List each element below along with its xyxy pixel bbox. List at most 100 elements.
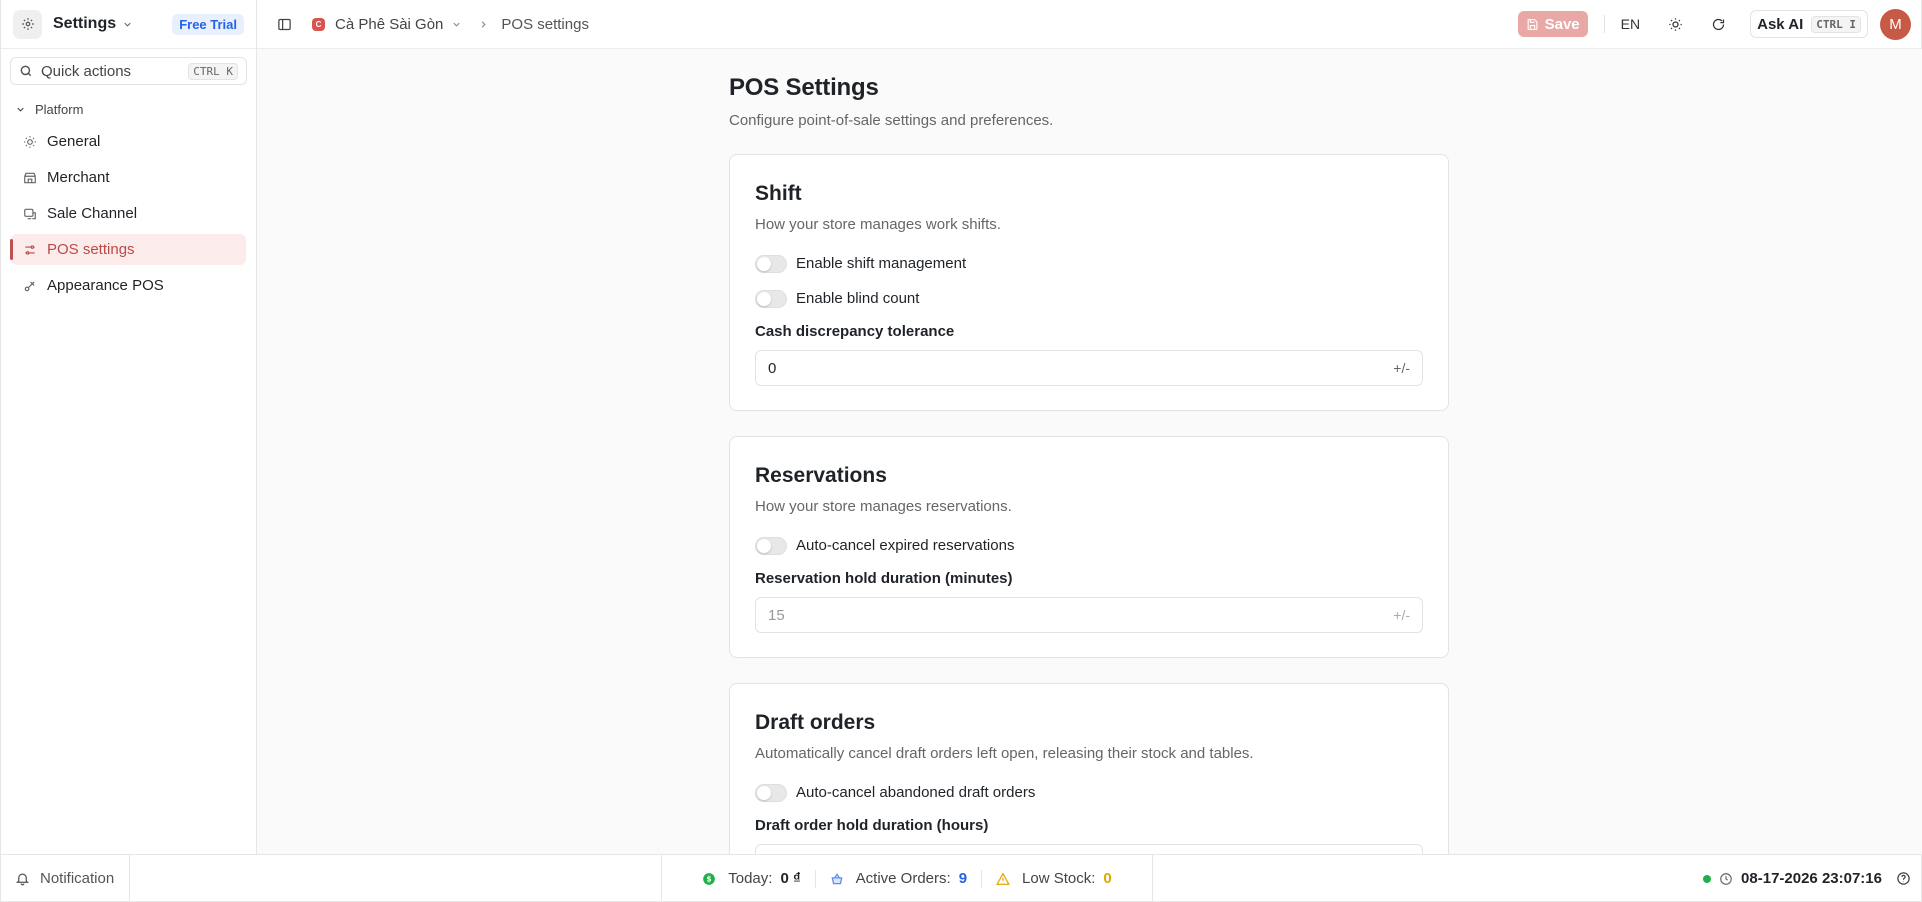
divider [129, 855, 130, 902]
low-stock-label: Low Stock: [1022, 870, 1096, 887]
field-label: Draft order hold duration (hours) [755, 817, 989, 834]
refresh-icon[interactable] [1711, 17, 1726, 32]
card-title: Shift [755, 182, 802, 205]
main-content[interactable]: POS Settings Configure point-of-sale set… [258, 49, 1921, 854]
today-revenue-stat[interactable]: $ Today: 0 ₫ [688, 870, 814, 887]
field-label: Cash discrepancy tolerance [755, 323, 955, 340]
basket-icon [830, 872, 844, 886]
avatar[interactable]: M [1880, 8, 1911, 40]
store-name: Cà Phê Sài Gòn [335, 15, 444, 33]
draft-orders-card: Draft orders Automatically cancel draft … [729, 683, 1449, 854]
sidebar-nav: General Merchant Sale Channel POS settin… [1, 126, 256, 301]
divider [1603, 15, 1605, 33]
input-suffix: +/- [1393, 360, 1410, 376]
sidebar-item-label: General [47, 133, 101, 150]
sidebar-item-pos-settings[interactable]: POS settings [10, 234, 246, 265]
card-subtitle: How your store manages work shifts. [755, 216, 1001, 233]
top-bar: C Cà Phê Sài Gòn POS settings Save EN As… [257, 0, 1922, 49]
sidebar: Settings Free Trial Quick actions CTRL K… [0, 0, 257, 854]
svg-text:$: $ [707, 874, 712, 883]
sidebar-item-label: POS settings [47, 241, 135, 258]
ask-ai-label: Ask AI [1757, 15, 1804, 33]
sidebar-item-label: Merchant [47, 169, 110, 186]
store-logo: C [312, 17, 325, 31]
cash-discrepancy-input[interactable]: 0 +/- [755, 350, 1423, 386]
sidebar-group-label: Platform [35, 101, 84, 117]
card-subtitle: Automatically cancel draft orders left o… [755, 745, 1254, 762]
palette-icon [23, 279, 37, 293]
quick-actions-shortcut: CTRL K [188, 62, 238, 80]
card-subtitle: How your store manages reservations. [755, 498, 1012, 515]
field-label: Reservation hold duration (minutes) [755, 570, 1013, 587]
auto-cancel-drafts-toggle[interactable] [755, 783, 787, 802]
blind-count-toggle[interactable] [755, 289, 787, 308]
language-switcher[interactable]: EN [1621, 16, 1640, 32]
online-status-dot [1703, 874, 1712, 883]
active-orders-label: Active Orders: [855, 870, 951, 887]
quick-actions-label: Quick actions [41, 62, 132, 80]
low-stock-value: 0 [1103, 870, 1112, 887]
sidebar-item-general[interactable]: General [11, 126, 246, 157]
draft-hold-duration-input[interactable] [755, 844, 1423, 854]
sliders-icon [23, 243, 37, 257]
page-subtitle: Configure point-of-sale settings and pre… [729, 112, 1054, 129]
help-icon[interactable] [1896, 871, 1911, 886]
shift-card: Shift How your store manages work shifts… [729, 154, 1449, 411]
active-orders-value: 9 [958, 870, 968, 887]
dollar-circle-icon: $ [702, 872, 716, 886]
sidebar-toggle-icon[interactable] [277, 17, 292, 32]
sun-icon [23, 135, 37, 149]
card-title: Reservations [755, 464, 887, 487]
reservation-hold-duration-input[interactable]: 15 +/- [755, 597, 1423, 633]
low-stock-stat[interactable]: Low Stock: 0 [982, 870, 1126, 887]
save-button[interactable]: Save [1517, 11, 1588, 37]
sidebar-item-merchant[interactable]: Merchant [11, 162, 246, 193]
channel-icon [23, 207, 37, 221]
clock-area: 08-17-2026 23:07:16 [1703, 855, 1911, 902]
shift-management-toggle[interactable] [755, 254, 787, 273]
search-icon [19, 64, 33, 78]
clock-icon [1719, 872, 1733, 886]
ask-ai-button[interactable]: Ask AI CTRL I [1750, 10, 1868, 38]
save-icon [1526, 18, 1539, 31]
input-value: 0 [768, 359, 777, 377]
theme-sun-icon[interactable] [1668, 17, 1683, 32]
status-bar: Notification $ Today: 0 ₫ Active Orders:… [0, 854, 1922, 902]
warning-triangle-icon [996, 871, 1010, 886]
shift-management-row: Enable shift management [755, 253, 1423, 274]
auto-cancel-reservations-toggle[interactable] [755, 536, 787, 555]
chevron-down-icon[interactable] [122, 19, 133, 30]
card-title: Draft orders [755, 711, 876, 734]
free-trial-badge[interactable]: Free Trial [172, 13, 244, 35]
store-stats: $ Today: 0 ₫ Active Orders: 9 Low Stock:… [661, 855, 1153, 902]
chevron-down-icon [15, 104, 26, 115]
app-title[interactable]: Settings [53, 15, 116, 33]
auto-cancel-drafts-row: Auto-cancel abandoned draft orders [755, 782, 1423, 803]
datetime: 08-17-2026 23:07:16 [1741, 870, 1882, 887]
page-title: POS Settings [729, 74, 879, 101]
bell-icon [15, 871, 30, 886]
input-value: 15 [768, 606, 785, 624]
toggle-label: Enable shift management [796, 255, 967, 272]
store-switcher[interactable]: C Cà Phê Sài Gòn [312, 16, 462, 33]
notification-button[interactable]: Notification [15, 855, 114, 902]
toggle-label: Auto-cancel abandoned draft orders [796, 784, 1036, 801]
active-orders-stat[interactable]: Active Orders: 9 [816, 870, 981, 887]
chevron-down-icon [451, 19, 462, 30]
sidebar-item-sale-channel[interactable]: Sale Channel [11, 198, 246, 229]
auto-cancel-reservations-row: Auto-cancel expired reservations [755, 535, 1423, 556]
quick-actions-search[interactable]: Quick actions CTRL K [10, 57, 247, 85]
toggle-label: Auto-cancel expired reservations [796, 537, 1015, 554]
today-label: Today: [728, 870, 773, 887]
sidebar-group-platform[interactable]: Platform [1, 97, 256, 121]
notification-label: Notification [40, 870, 115, 887]
reservations-card: Reservations How your store manages rese… [729, 436, 1449, 658]
sidebar-header: Settings Free Trial [1, 0, 256, 49]
sidebar-item-label: Appearance POS [47, 277, 164, 294]
breadcrumb-current-page: POS settings [501, 15, 589, 33]
sidebar-item-appearance-pos[interactable]: Appearance POS [11, 270, 246, 301]
chevron-right-icon [478, 19, 489, 30]
settings-gear-icon[interactable] [13, 9, 42, 39]
top-bar-actions: Save EN Ask AI CTRL I M [1517, 8, 1921, 40]
today-value: 0 ₫ [780, 870, 801, 887]
